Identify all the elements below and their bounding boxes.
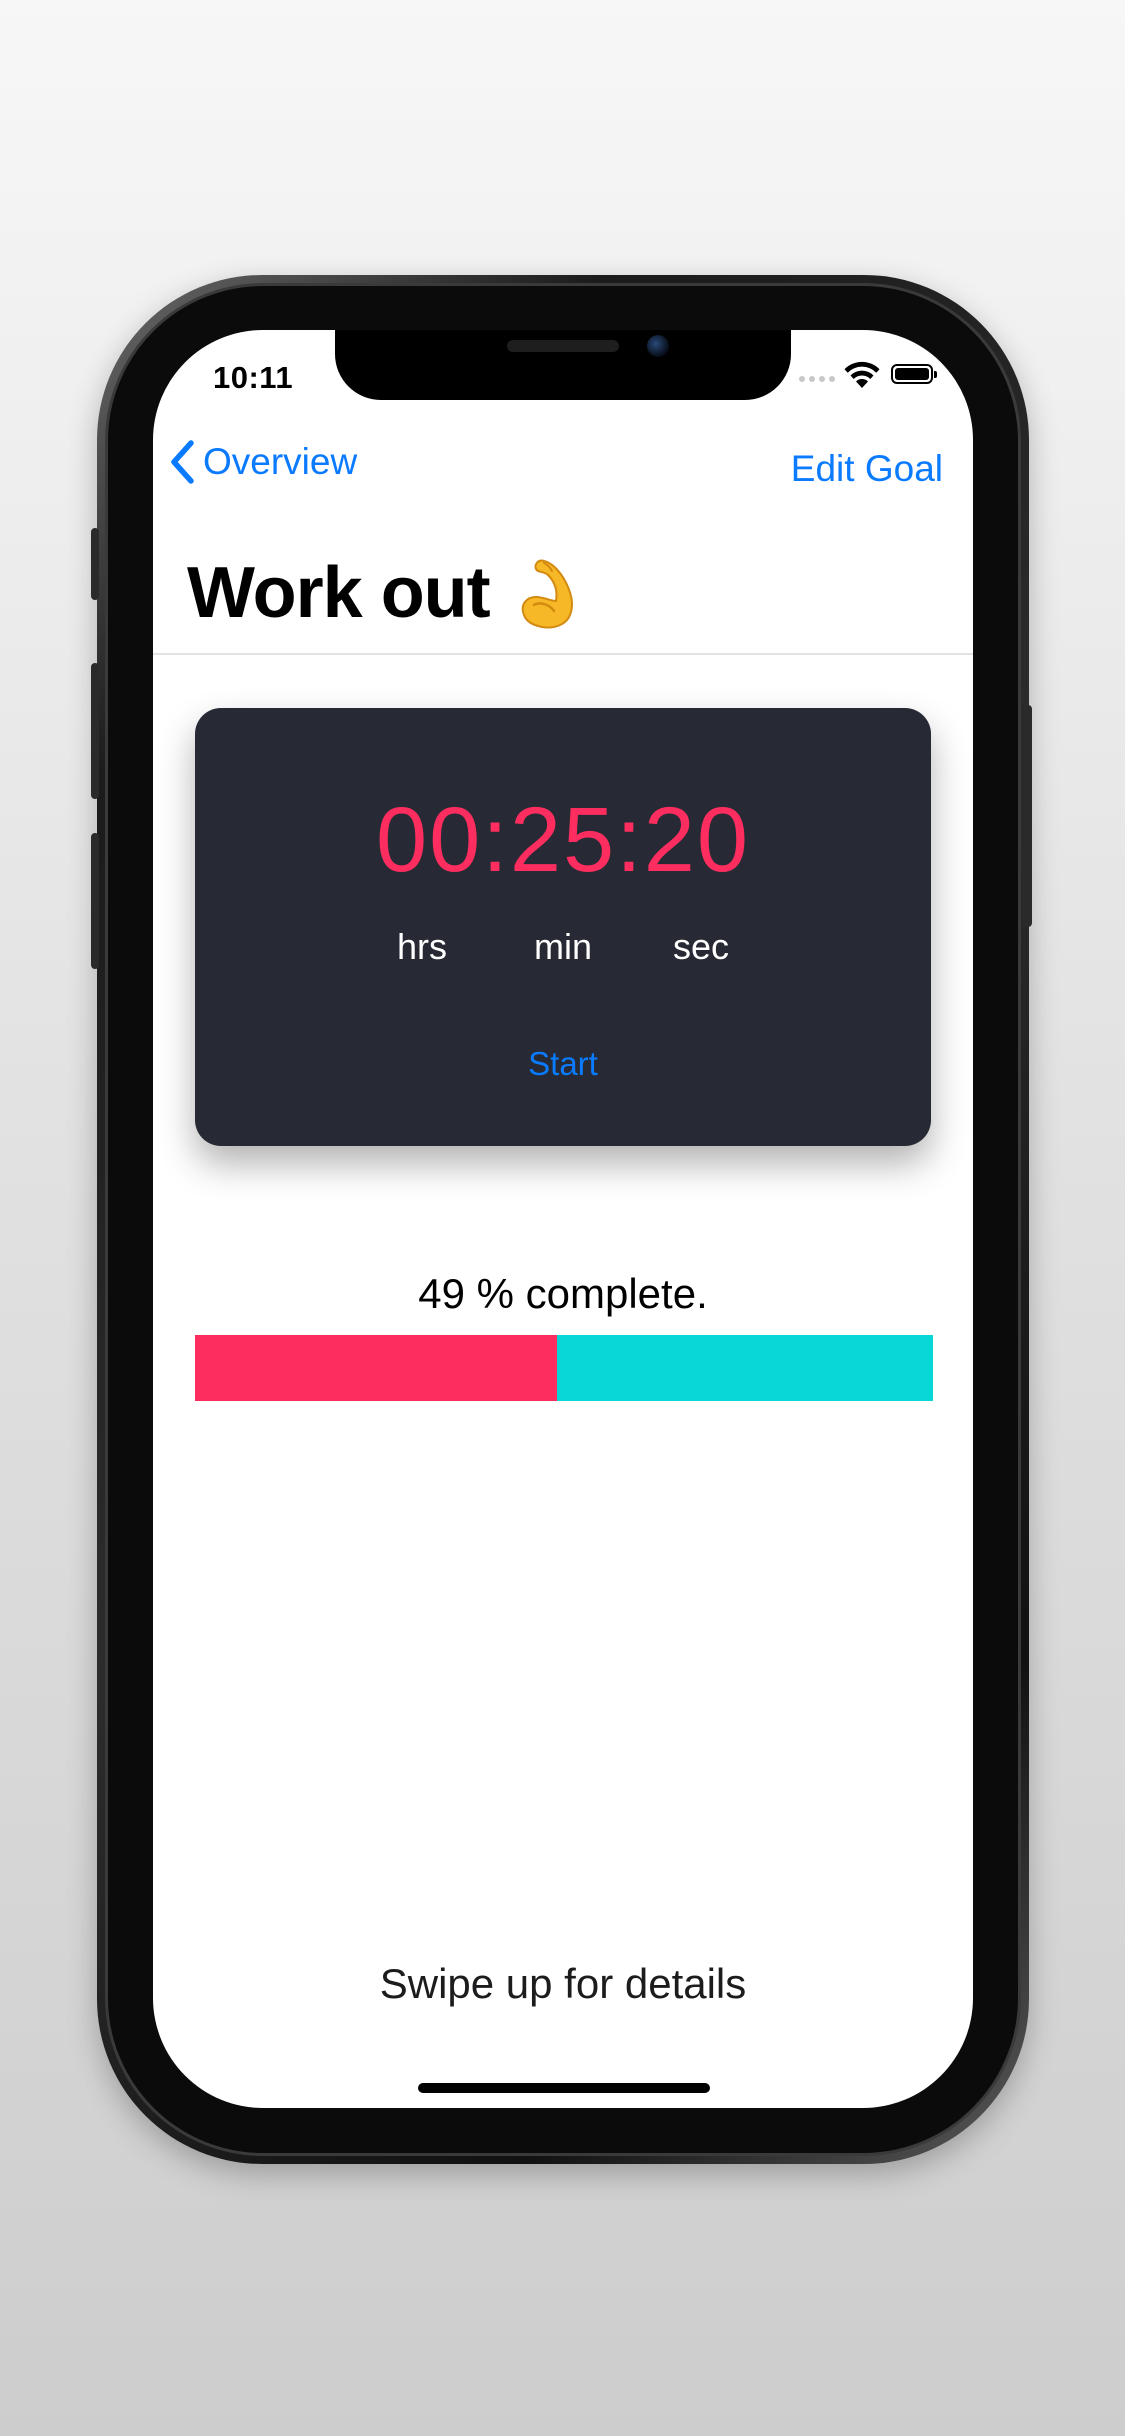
minutes-unit-label: min [533,926,592,967]
notch [335,330,791,400]
side-button [1022,705,1032,927]
page-title: Work out [187,552,594,634]
cellular-signal-icon [799,376,835,382]
chevron-left-icon [171,440,194,484]
back-button[interactable]: Overview [169,440,357,484]
timer-display: 00:25:20 [375,789,751,891]
battery-icon [891,364,937,384]
status-time: 10:11 [213,360,294,395]
mute-switch [91,528,99,600]
speaker-grille [507,340,619,352]
home-indicator[interactable] [418,2083,710,2093]
screen: 10:11 Overview Edit Goal Work out 00:25:… [153,330,973,2108]
volume-up-button [91,663,99,799]
seconds-unit-label: sec [672,926,730,967]
progress-bar [195,1335,933,1401]
progress-fill [195,1335,557,1401]
swipe-up-hint: Swipe up for details [379,1960,747,2007]
hours-unit-label: hrs [396,926,447,967]
timer-card: 00:25:20 hrs min sec Start [195,708,931,1146]
wifi-icon [844,361,880,388]
edit-goal-button[interactable]: Edit Goal [791,448,943,490]
flexed-biceps-icon [521,559,573,629]
progress-label: 49 % complete. [418,1270,708,1317]
volume-down-button [91,833,99,969]
start-button[interactable]: Start [195,1045,931,1083]
back-button-label: Overview [203,441,358,482]
header-divider [153,653,973,655]
front-camera [647,335,669,357]
page-title-text: Work out [187,553,491,633]
